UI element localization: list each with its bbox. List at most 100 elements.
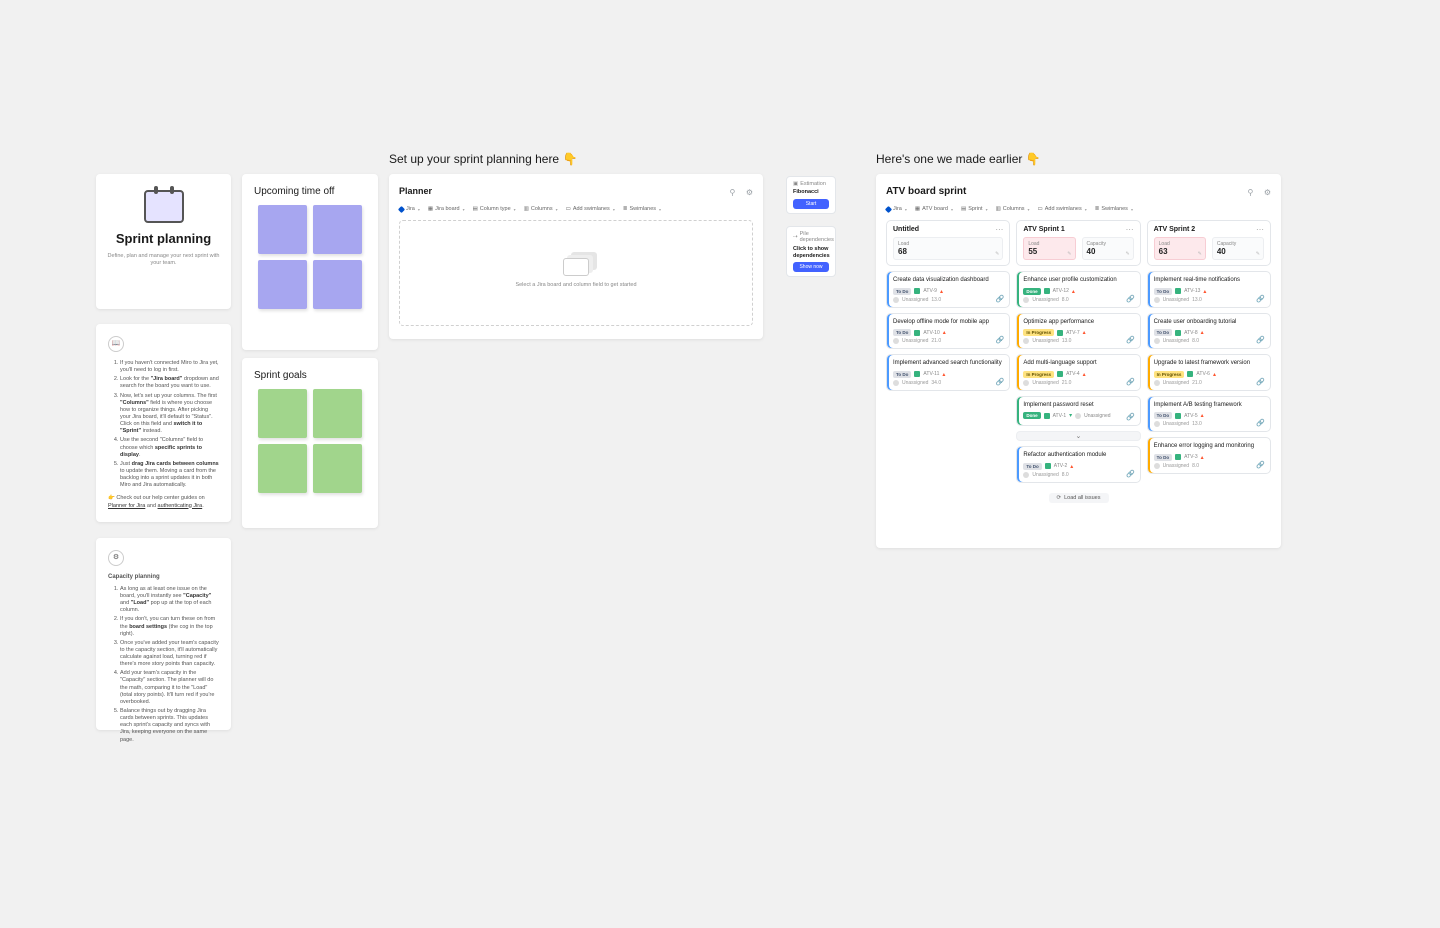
story-points: 21.0 xyxy=(931,338,941,344)
gear-icon: ⚙ xyxy=(108,550,124,566)
link-icon[interactable]: 🔗 xyxy=(996,295,1005,303)
instruction-list: If you haven't connected Miro to Jira ye… xyxy=(108,360,219,489)
avatar-icon xyxy=(1154,297,1160,303)
link-icon[interactable]: 🔗 xyxy=(996,336,1005,344)
link-icon[interactable]: 🔗 xyxy=(1126,336,1135,344)
card-stack-icon xyxy=(563,258,589,276)
issue-card[interactable]: Develop offline mode for mobile app To D… xyxy=(886,313,1010,350)
settings-icon[interactable]: ⚙ xyxy=(1264,188,1271,197)
tb-swimlanes[interactable]: ≣ Swimlanes xyxy=(1095,206,1133,212)
sticky-note[interactable] xyxy=(313,260,362,309)
column-menu-icon[interactable]: ⋯ xyxy=(995,225,1003,234)
issue-title: Optimize app performance xyxy=(1023,319,1133,327)
avatar-icon xyxy=(1023,297,1029,303)
avatar-icon xyxy=(1154,338,1160,344)
priority-icon: ▴ xyxy=(1072,288,1075,295)
tb-board[interactable]: ▦ ATV board xyxy=(915,206,953,212)
issue-card[interactable]: Enhance error logging and monitoring To … xyxy=(1147,437,1271,474)
tb-swimlanes-add[interactable]: ▭ Add swimlanes xyxy=(1038,206,1087,212)
issue-card[interactable]: Refactor authentication module To Do ATV… xyxy=(1016,446,1140,483)
sticky-note[interactable] xyxy=(313,205,362,254)
issue-type-icon xyxy=(1175,330,1181,336)
assignee: Unassigned xyxy=(1084,413,1110,419)
story-points: 13.0 xyxy=(931,297,941,303)
column-menu-icon[interactable]: ⋯ xyxy=(1126,225,1134,234)
link-icon[interactable]: 🔗 xyxy=(996,378,1005,386)
sticky-note[interactable] xyxy=(313,389,362,438)
instruction-item: Once you've added your team's capacity t… xyxy=(120,640,219,669)
issue-card[interactable]: Implement advanced search functionality … xyxy=(886,354,1010,391)
assignee: Unassigned xyxy=(1163,338,1189,344)
sticky-note[interactable] xyxy=(258,260,307,309)
expand-button[interactable]: ⌄ xyxy=(1016,431,1140,441)
link-icon[interactable]: 🔗 xyxy=(1126,470,1135,478)
priority-icon: ▴ xyxy=(1070,463,1073,470)
load-all-button[interactable]: ⟳ Load all issues xyxy=(1049,493,1109,503)
tb-columns[interactable]: ▥ Columns xyxy=(996,206,1030,212)
issue-key: ATV-10 xyxy=(923,330,939,336)
status-badge: To Do xyxy=(1154,412,1172,419)
link-icon[interactable]: 🔗 xyxy=(1256,461,1265,469)
tb-jira-board[interactable]: ▦ Jira board xyxy=(428,206,465,212)
issue-key: ATV-2 xyxy=(1054,463,1068,469)
issue-type-icon xyxy=(1044,288,1050,294)
link-auth-jira[interactable]: authenticating Jira xyxy=(158,503,203,509)
metric-load: Load55 ✎ xyxy=(1023,237,1075,260)
tb-column-type[interactable]: ▤ Column type xyxy=(473,206,516,212)
tb-jira[interactable]: Jira xyxy=(886,206,907,212)
issue-card[interactable]: Upgrade to latest framework version In P… xyxy=(1147,354,1271,391)
link-icon[interactable]: 🔗 xyxy=(1256,336,1265,344)
edit-icon[interactable]: ✎ xyxy=(1067,251,1071,257)
tb-sprint[interactable]: ▤ Sprint xyxy=(961,206,988,212)
issue-card[interactable]: Create user onboarding tutorial To Do AT… xyxy=(1147,313,1271,350)
settings-icon[interactable]: ⚙ xyxy=(746,188,753,197)
issue-card[interactable]: Add multi-language support In Progress A… xyxy=(1016,354,1140,391)
tb-jira[interactable]: Jira xyxy=(399,206,420,212)
sticky-note[interactable] xyxy=(258,389,307,438)
sticky-note[interactable] xyxy=(313,444,362,493)
issue-title: Enhance error logging and monitoring xyxy=(1154,443,1264,451)
link-icon[interactable]: 🔗 xyxy=(1256,295,1265,303)
issue-card[interactable]: Create data visualization dashboard To D… xyxy=(886,271,1010,308)
column-menu-icon[interactable]: ⋯ xyxy=(1256,225,1264,234)
edit-icon[interactable]: ✎ xyxy=(995,251,999,257)
issue-card[interactable]: Optimize app performance In Progress ATV… xyxy=(1016,313,1140,350)
link-icon[interactable]: 🔗 xyxy=(1126,295,1135,303)
tb-swimlanes[interactable]: ≣ Swimlanes xyxy=(623,206,661,212)
sticky-note[interactable] xyxy=(258,444,307,493)
status-badge: To Do xyxy=(1154,329,1172,336)
assignee: Unassigned xyxy=(1032,472,1058,478)
planner-dropzone[interactable]: Select a Jira board and column field to … xyxy=(399,220,753,326)
assignee: Unassigned xyxy=(1163,421,1189,427)
issue-card[interactable]: Enhance user profile customization Done … xyxy=(1016,271,1140,308)
status-badge: Done xyxy=(1023,288,1040,295)
estimation-start-button[interactable]: Start xyxy=(793,199,829,209)
issue-card[interactable]: Implement real-time notifications To Do … xyxy=(1147,271,1271,308)
link-icon[interactable]: 🔗 xyxy=(1256,419,1265,427)
filter-icon[interactable]: ⚲ xyxy=(730,188,736,197)
sticky-note[interactable] xyxy=(258,205,307,254)
link-icon[interactable]: 🔗 xyxy=(1126,413,1135,421)
tb-swimlanes-add[interactable]: ▭ Add swimlanes xyxy=(566,206,615,212)
link-icon[interactable]: 🔗 xyxy=(1256,378,1265,386)
dependencies-show-button[interactable]: Show now xyxy=(793,262,829,272)
edit-icon[interactable]: ✎ xyxy=(1125,251,1129,257)
issue-card[interactable]: Implement password reset Done ATV-1 ▾ Un… xyxy=(1016,396,1140,427)
link-icon[interactable]: 🔗 xyxy=(1126,378,1135,386)
story-points: 8.0 xyxy=(1192,463,1199,469)
edit-icon[interactable]: ✎ xyxy=(1198,251,1202,257)
issue-type-icon xyxy=(1045,463,1051,469)
filter-icon[interactable]: ⚲ xyxy=(1248,188,1254,197)
edit-icon[interactable]: ✎ xyxy=(1256,251,1260,257)
priority-icon: ▴ xyxy=(1201,454,1204,461)
link-planner-jira[interactable]: Planner for Jira xyxy=(108,503,145,509)
issue-type-icon xyxy=(914,330,920,336)
issue-type-icon xyxy=(914,371,920,377)
timeoff-frame: Upcoming time off xyxy=(242,174,378,350)
intro-title: Sprint planning xyxy=(106,231,221,247)
story-points: 21.0 xyxy=(1062,380,1072,386)
avatar-icon xyxy=(1154,380,1160,386)
issue-card[interactable]: Implement A/B testing framework To Do AT… xyxy=(1147,396,1271,433)
tb-columns[interactable]: ▥ Columns xyxy=(524,206,558,212)
atv-title: ATV board sprint xyxy=(886,186,966,197)
